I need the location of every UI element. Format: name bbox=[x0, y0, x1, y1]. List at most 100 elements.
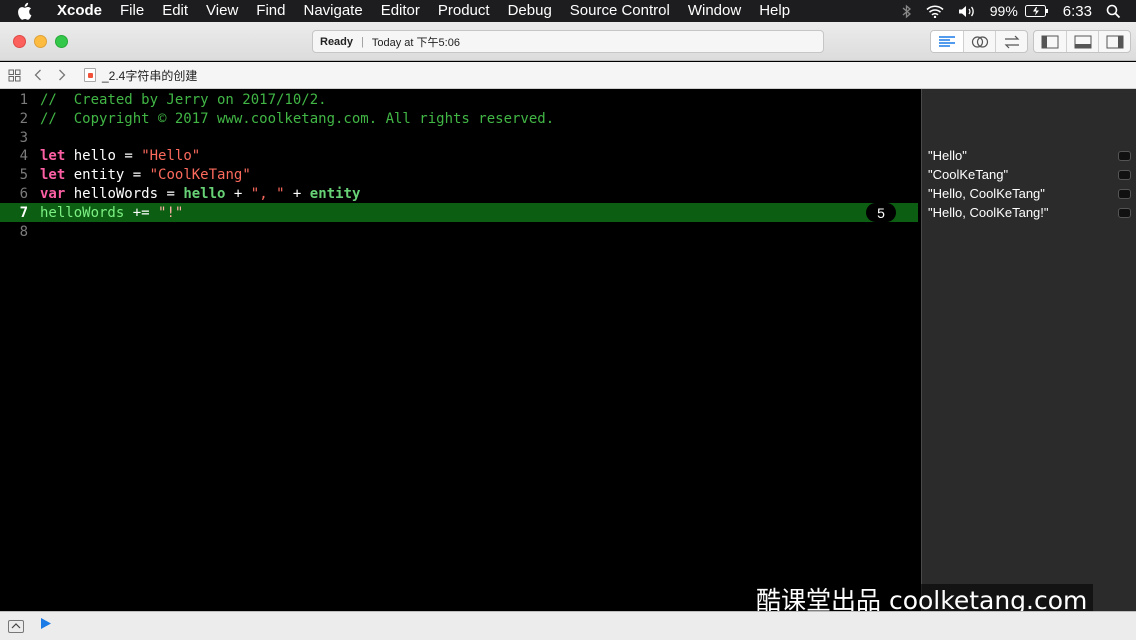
operator-plus: + bbox=[284, 185, 310, 202]
identifier-hellowords: helloWords bbox=[40, 204, 125, 221]
code-line[interactable]: 6 var helloWords = hello + ", " + entity bbox=[0, 184, 920, 203]
string-literal: "Hello" bbox=[141, 147, 201, 164]
identifier-entity: entity bbox=[73, 166, 125, 183]
menu-view[interactable]: View bbox=[197, 0, 247, 22]
result-value: "CoolKeTang" bbox=[928, 167, 1009, 182]
build-status: Ready bbox=[320, 35, 354, 48]
identifier-hellowords: helloWords bbox=[73, 185, 159, 202]
quick-look-icon[interactable] bbox=[1118, 207, 1131, 218]
forward-chevron-icon[interactable] bbox=[52, 69, 72, 81]
menu-help[interactable]: Help bbox=[750, 0, 799, 22]
menu-debug[interactable]: Debug bbox=[499, 0, 561, 22]
code-comment: // Copyright © 2017 www.coolketang.com. … bbox=[40, 110, 555, 127]
line-number: 3 bbox=[19, 129, 28, 146]
code-line[interactable]: 1 // Created by Jerry on 2017/10/2. bbox=[0, 90, 920, 109]
keyword-let: let bbox=[40, 166, 66, 183]
quick-look-icon[interactable] bbox=[1118, 188, 1131, 199]
result-row: "CoolKeTang" bbox=[922, 165, 1136, 184]
status-menus: 99% 6:33 bbox=[895, 0, 1136, 22]
line-number: 1 bbox=[19, 91, 28, 108]
playground-results-sidebar: "Hello" "CoolKeTang" "Hello, CoolKeTang"… bbox=[921, 89, 1136, 611]
identifier-entity: entity bbox=[309, 185, 361, 202]
bluetooth-icon[interactable] bbox=[895, 4, 919, 19]
string-literal: "CoolKeTang" bbox=[149, 166, 251, 183]
jump-bar: _2.4字符串的创建 bbox=[0, 62, 1136, 89]
menu-file[interactable]: File bbox=[111, 0, 153, 22]
code-comment: // Created by Jerry on 2017/10/2. bbox=[40, 91, 327, 108]
highlighted-code-line[interactable]: 7 helloWords += "!" 5 bbox=[0, 203, 918, 222]
keyword-var: var bbox=[40, 185, 66, 202]
battery-icon[interactable] bbox=[1024, 5, 1056, 17]
result-row: "Hello, CoolKeTang!" bbox=[922, 203, 1136, 222]
line-number: 4 bbox=[19, 147, 28, 164]
operator-plus-equals: += bbox=[124, 204, 159, 221]
editor-mode-group bbox=[930, 30, 1028, 53]
line-number: 8 bbox=[19, 223, 28, 240]
menu-source-control[interactable]: Source Control bbox=[561, 0, 679, 22]
string-literal: ", " bbox=[250, 185, 285, 202]
line-number: 7 bbox=[19, 204, 28, 221]
menu-app-name[interactable]: Xcode bbox=[48, 0, 111, 22]
show-debug-area-icon[interactable] bbox=[8, 619, 24, 633]
debug-bar bbox=[0, 611, 1136, 640]
back-chevron-icon[interactable] bbox=[28, 69, 48, 81]
execution-count-badge[interactable]: 5 bbox=[866, 203, 896, 222]
code-line[interactable]: 3 bbox=[0, 128, 920, 147]
menu-navigate[interactable]: Navigate bbox=[294, 0, 371, 22]
volume-icon[interactable] bbox=[951, 5, 983, 18]
operator-plus: + bbox=[225, 185, 251, 202]
close-window-button[interactable] bbox=[13, 35, 26, 48]
spotlight-search-icon[interactable] bbox=[1099, 4, 1128, 19]
string-literal: "!" bbox=[158, 204, 184, 221]
identifier-hello: hello bbox=[73, 147, 116, 164]
result-value: "Hello, CoolKeTang!" bbox=[928, 205, 1049, 220]
activity-viewer: Ready | Today at 下午5:06 bbox=[312, 30, 824, 53]
utilities-toggle-icon[interactable] bbox=[1098, 31, 1130, 52]
result-row: "Hello" bbox=[922, 146, 1136, 165]
operator-equals: = bbox=[115, 147, 142, 164]
result-value: "Hello, CoolKeTang" bbox=[928, 186, 1045, 201]
operator-equals: = bbox=[158, 185, 184, 202]
line-number: 6 bbox=[19, 185, 28, 202]
minimize-window-button[interactable] bbox=[34, 35, 47, 48]
line-number: 2 bbox=[19, 110, 28, 127]
apple-icon[interactable] bbox=[0, 2, 48, 20]
quick-look-icon[interactable] bbox=[1118, 150, 1131, 161]
zoom-window-button[interactable] bbox=[55, 35, 68, 48]
menu-editor[interactable]: Editor bbox=[372, 0, 429, 22]
source-editor[interactable]: 1 // Created by Jerry on 2017/10/2. 2 //… bbox=[0, 89, 920, 611]
standard-editor-icon[interactable] bbox=[931, 31, 963, 52]
result-value: "Hello" bbox=[928, 148, 967, 163]
build-timestamp: Today at 下午5:06 bbox=[371, 36, 460, 49]
run-playground-icon[interactable] bbox=[40, 617, 52, 635]
clock-time[interactable]: 6:33 bbox=[1056, 3, 1099, 20]
version-editor-icon[interactable] bbox=[995, 31, 1027, 52]
watermark: 酷课堂出品 coolketang.com bbox=[750, 584, 1094, 615]
debug-area-toggle-icon[interactable] bbox=[1066, 31, 1098, 52]
panel-toggle-group bbox=[1033, 30, 1131, 53]
swift-file-icon bbox=[84, 68, 96, 82]
code-line[interactable]: 8 bbox=[0, 222, 920, 241]
battery-percent: 99% bbox=[989, 3, 1018, 19]
menu-edit[interactable]: Edit bbox=[153, 0, 197, 22]
related-items-grid-icon[interactable] bbox=[4, 69, 24, 82]
window-toolbar: Ready | Today at 下午5:06 bbox=[0, 22, 1136, 61]
code-line[interactable]: 4 let hello = "Hello" bbox=[0, 146, 920, 165]
window-controls bbox=[13, 35, 68, 48]
menu-window[interactable]: Window bbox=[679, 0, 750, 22]
assistant-editor-icon[interactable] bbox=[963, 31, 995, 52]
status-separator: | bbox=[361, 35, 364, 48]
menu-product[interactable]: Product bbox=[429, 0, 499, 22]
operator-equals: = bbox=[124, 166, 150, 183]
menu-find[interactable]: Find bbox=[247, 0, 294, 22]
quick-look-icon[interactable] bbox=[1118, 169, 1131, 180]
wifi-icon[interactable] bbox=[919, 5, 951, 18]
jump-bar-file-name[interactable]: _2.4字符串的创建 bbox=[102, 67, 197, 84]
identifier-hello: hello bbox=[183, 185, 226, 202]
code-line[interactable]: 2 // Copyright © 2017 www.coolketang.com… bbox=[0, 109, 920, 128]
code-line[interactable]: 5 let entity = "CoolKeTang" bbox=[0, 165, 920, 184]
line-number: 5 bbox=[19, 166, 28, 183]
result-row: "Hello, CoolKeTang" bbox=[922, 184, 1136, 203]
menu-bar: Xcode File Edit View Find Navigate Edito… bbox=[0, 0, 1136, 22]
navigator-toggle-icon[interactable] bbox=[1034, 31, 1066, 52]
